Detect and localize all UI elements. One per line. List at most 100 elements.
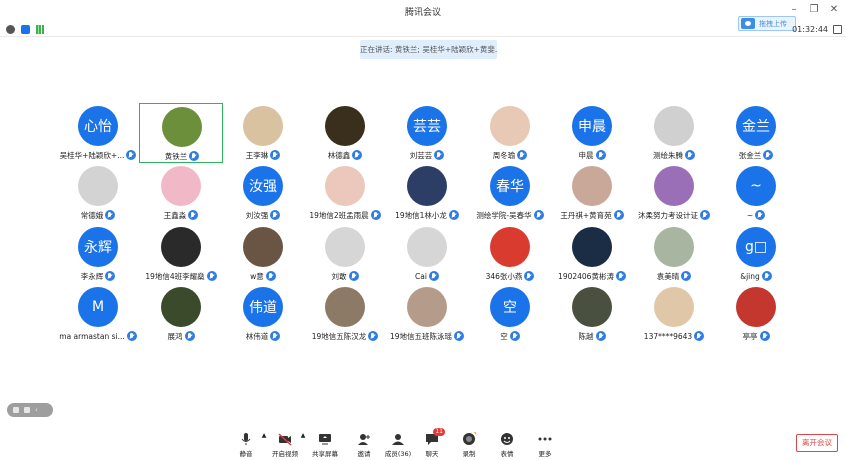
participant-tile[interactable]: 心怡 吴桂华+陆颖欣+... <box>56 103 140 163</box>
grid-view-icon[interactable] <box>13 407 19 413</box>
participant-tile[interactable]: 王丹祺+黄育苑 <box>550 163 634 223</box>
participant-name-line: 空 <box>468 330 552 342</box>
participant-tile[interactable]: g□ &jing <box>714 224 798 284</box>
signal-icon[interactable] <box>36 25 44 34</box>
microphone-icon <box>428 271 439 281</box>
participant-name-line: 测绘学院-吴春华 <box>468 209 552 221</box>
restore-icon[interactable]: ❐ <box>808 3 820 17</box>
participant-tile[interactable]: 19地信1林小龙 <box>385 163 469 223</box>
participant-tile[interactable]: 测绘朱腾 <box>632 103 716 163</box>
participant-tile[interactable]: 王鑫淼 <box>139 163 223 223</box>
participant-name: 黄铁兰 <box>164 151 188 161</box>
participant-avatar <box>325 106 365 146</box>
participant-tile[interactable]: 芸芸 刘芸芸 <box>385 103 469 163</box>
participant-tile[interactable]: 346张小燕 <box>468 224 552 284</box>
participant-name-line: 黄铁兰 <box>140 150 224 162</box>
minimize-icon[interactable]: – <box>788 3 800 17</box>
participant-tile[interactable]: 常德娥 <box>56 163 140 223</box>
participant-tile[interactable]: 19地信4班李耀燊 <box>139 224 223 284</box>
participant-tile[interactable]: 申晨 申晨 <box>550 103 634 163</box>
invite-user-icon <box>357 432 371 446</box>
participant-name-line: 展鸿 <box>139 330 223 342</box>
participant-tile[interactable]: 袁美晴 <box>632 224 716 284</box>
participant-name-line: 陈越 <box>550 330 634 342</box>
list-view-icon[interactable] <box>24 407 30 413</box>
participant-tile[interactable]: 137****9643 <box>632 284 716 344</box>
participant-tile[interactable]: Mma armastan si... <box>56 284 140 344</box>
participant-tile[interactable]: 沐柔努力考设计证 <box>632 163 716 223</box>
participant-tile[interactable]: 汝强 刘汝强 <box>221 163 305 223</box>
microphone-icon <box>126 150 137 160</box>
participant-tile[interactable]: w意 <box>221 224 305 284</box>
microphone-icon <box>694 331 705 341</box>
collapse-icon[interactable]: ‹ <box>35 407 41 414</box>
emoji-icon <box>500 432 514 446</box>
participant-tile[interactable]: 伟道 林伟道 <box>221 284 305 344</box>
members-button[interactable]: 成员(36) <box>381 432 415 458</box>
mute-label: 静音 <box>239 450 253 458</box>
participant-name: 346张小燕 <box>485 271 523 281</box>
participant-name: 测绘学院-吴春华 <box>476 210 532 220</box>
participant-tile[interactable]: 19地信五陈汉龙 <box>303 284 387 344</box>
participant-avatar: 金兰 <box>736 106 776 146</box>
participant-avatar <box>490 106 530 146</box>
participant-name: 亭亭 <box>742 331 758 341</box>
chat-label: 聊天 <box>425 450 439 458</box>
participant-name-line: 申晨 <box>550 149 634 161</box>
more-label: 更多 <box>538 450 552 458</box>
microphone-icon <box>189 151 200 161</box>
participant-tile[interactable]: 展鸿 <box>139 284 223 344</box>
participant-name-line: 王鑫淼 <box>139 209 223 221</box>
participant-avatar <box>572 166 612 206</box>
record-label: 录制 <box>462 450 476 458</box>
participant-tile[interactable]: 陈越 <box>550 284 634 344</box>
microphone-icon <box>270 331 281 341</box>
participant-tile[interactable]: 周冬瑜 <box>468 103 552 163</box>
info-icon[interactable] <box>6 25 15 34</box>
reaction-button[interactable]: 表情 <box>490 432 524 458</box>
fullscreen-icon[interactable] <box>833 25 842 34</box>
microphone-icon <box>700 210 710 220</box>
more-button[interactable]: 更多 <box>528 432 562 458</box>
participant-name-line: 王李琳 <box>221 149 305 161</box>
participant-name: 测绘朱腾 <box>653 150 683 160</box>
participant-name: 李永辉 <box>80 271 104 281</box>
share-screen-button[interactable]: 共享屏幕 <box>308 432 342 458</box>
participant-tile[interactable]: 刘敢 <box>303 224 387 284</box>
participant-name: 王李琳 <box>245 150 269 160</box>
participant-tile[interactable]: 永辉 李永辉 <box>56 224 140 284</box>
participant-name-line: ma armastan si... <box>56 330 140 342</box>
participant-tile[interactable]: 金兰 张金兰 <box>714 103 798 163</box>
participant-tile[interactable]: 1902406黄彬涛 <box>550 224 634 284</box>
participant-tile[interactable]: 王李琳 <box>221 103 305 163</box>
participant-avatar: 汝强 <box>243 166 283 206</box>
participant-tile[interactable]: 林德鑫 <box>303 103 387 163</box>
participant-name: 张金兰 <box>738 150 762 160</box>
participant-tile[interactable]: 19地信2班孟雨晨 <box>303 163 387 223</box>
members-label: 成员(36) <box>384 450 412 458</box>
participant-tile[interactable]: Cai <box>385 224 469 284</box>
shield-icon[interactable] <box>21 25 30 34</box>
participant-avatar <box>161 166 201 206</box>
leave-meeting-button[interactable]: 离开会议 <box>796 434 838 452</box>
microphone-icon <box>524 271 535 281</box>
microphone-icon <box>270 150 281 160</box>
participant-tile[interactable]: 黄铁兰 <box>139 103 223 163</box>
participant-name: 刘汝强 <box>245 210 269 220</box>
participant-tile[interactable]: ~ ~ <box>714 163 798 223</box>
record-button[interactable]: 录制 <box>452 432 486 458</box>
participant-name: 1902406黄彬涛 <box>558 271 614 281</box>
participant-tile[interactable]: 春华 测绘学院-吴春华 <box>468 163 552 223</box>
microphone-icon <box>270 210 281 220</box>
participant-name: 吴桂华+陆颖欣+... <box>59 150 125 160</box>
chat-button[interactable]: 11 聊天 <box>415 428 449 458</box>
participant-avatar <box>243 227 283 267</box>
view-toggle-pill[interactable]: ‹ <box>7 403 53 417</box>
participant-tile[interactable]: 19地信五班陈泳瑶 <box>385 284 469 344</box>
participant-tile[interactable]: 空空 <box>468 284 552 344</box>
invite-button[interactable]: 邀请 <box>347 432 381 458</box>
participant-name: 周冬瑜 <box>492 150 516 160</box>
participant-tile[interactable]: 亭亭 <box>714 284 798 344</box>
microphone-icon <box>615 271 626 281</box>
close-icon[interactable]: ✕ <box>828 3 840 17</box>
